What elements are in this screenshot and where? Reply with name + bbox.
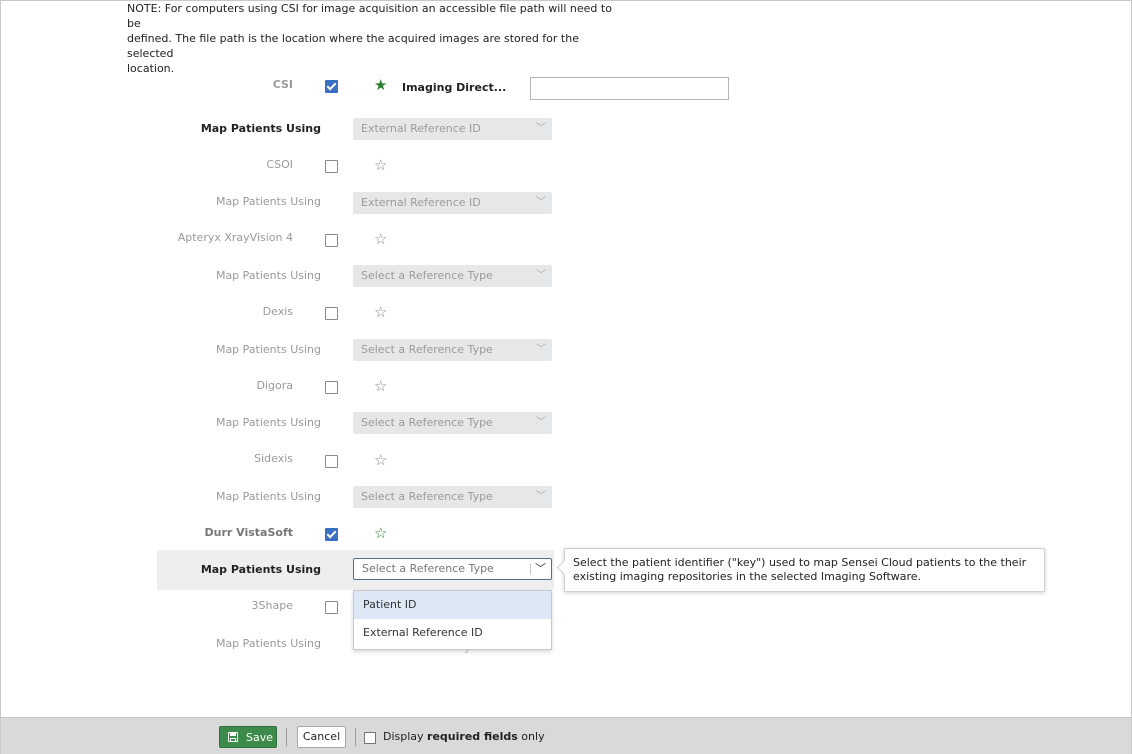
display-bold: required fields: [427, 730, 518, 743]
sidexis-checkbox[interactable]: [325, 455, 338, 468]
select-value: Select a Reference Type: [362, 562, 494, 575]
map-patients-label: Map Patients Using: [200, 122, 321, 135]
star-filled-icon[interactable]: ★: [374, 78, 387, 93]
map-patients-select-csi[interactable]: External Reference ID ﹀: [353, 118, 552, 140]
tooltip-line: Select the patient identifier ("key") us…: [573, 556, 1027, 569]
map-patients-select-dexis[interactable]: Select a Reference Type ﹀: [353, 339, 552, 361]
settings-panel: NOTE: For computers using CSI for image …: [0, 0, 1132, 754]
note-line: NOTE: For computers using CSI for image …: [127, 2, 612, 30]
save-button[interactable]: Save: [219, 726, 277, 748]
divider: [286, 728, 287, 746]
software-label-csoi: CSOI: [266, 158, 293, 171]
select-value: Select a Reference Type: [361, 343, 493, 356]
map-patients-select-sidexis[interactable]: Select a Reference Type ﹀: [353, 486, 552, 508]
select-value: External Reference ID: [361, 122, 481, 135]
software-label-apteryx: Apteryx XrayVision 4: [177, 231, 293, 244]
save-label: Save: [246, 731, 274, 744]
map-patients-select-digora[interactable]: Select a Reference Type ﹀: [353, 412, 552, 434]
map-patients-label: Map Patients Using: [215, 637, 321, 650]
note-line: location.: [127, 62, 175, 75]
map-patients-select-apteryx[interactable]: Select a Reference Type ﹀: [353, 265, 552, 287]
map-patients-select-durr-vistasoft[interactable]: Select a Reference Type ﹀: [353, 558, 552, 580]
required-fields-only-checkbox[interactable]: [364, 732, 376, 744]
chevron-down-icon: ﹀: [536, 491, 546, 502]
software-label-csi: CSI: [272, 78, 293, 91]
star-outline-icon[interactable]: ☆: [374, 526, 387, 541]
chevron-down-icon: ﹀: [536, 123, 546, 134]
required-fields-only-label: Display required fields only: [383, 730, 545, 743]
csi-note: NOTE: For computers using CSI for image …: [127, 1, 612, 76]
note-line: defined. The file path is the location w…: [127, 32, 579, 60]
star-outline-icon[interactable]: ☆: [374, 232, 387, 247]
select-value: Select a Reference Type: [361, 490, 493, 503]
map-patients-label: Map Patients Using: [215, 416, 321, 429]
software-label-dexis: Dexis: [262, 305, 293, 318]
select-value: Select a Reference Type: [361, 416, 493, 429]
help-tooltip: Select the patient identifier ("key") us…: [564, 548, 1045, 592]
cancel-button[interactable]: Cancel: [297, 726, 346, 748]
reference-type-dropdown: Patient ID External Reference ID: [353, 590, 552, 650]
dexis-checkbox[interactable]: [325, 307, 338, 320]
chevron-down-icon: ﹀: [536, 270, 546, 281]
imaging-directory-input[interactable]: [530, 77, 729, 100]
map-patients-label: Map Patients Using: [200, 563, 321, 576]
dropdown-option-patient-id[interactable]: Patient ID: [354, 591, 551, 619]
star-outline-icon[interactable]: ☆: [374, 379, 387, 394]
csi-checkbox[interactable]: [325, 80, 338, 93]
digora-checkbox[interactable]: [325, 381, 338, 394]
map-patients-label: Map Patients Using: [215, 269, 321, 282]
software-label-3shape: 3Shape: [251, 599, 293, 612]
map-patients-label: Map Patients Using: [215, 490, 321, 503]
software-label-sidexis: Sidexis: [254, 452, 293, 465]
star-outline-icon[interactable]: ☆: [374, 305, 387, 320]
map-patients-label: Map Patients Using: [215, 343, 321, 356]
star-outline-icon[interactable]: ☆: [374, 158, 387, 173]
footer-toolbar: Save Cancel Display required fields only: [1, 717, 1131, 754]
durr-vistasoft-checkbox[interactable]: [325, 528, 338, 541]
dropdown-option-external-reference-id[interactable]: External Reference ID: [354, 619, 551, 647]
map-patients-label: Map Patients Using: [215, 195, 321, 208]
software-label-durr-vistasoft: Durr VistaSoft: [204, 526, 293, 539]
divider: [355, 728, 356, 746]
chevron-down-icon: ﹀: [536, 197, 546, 208]
3shape-checkbox[interactable]: [325, 601, 338, 614]
tooltip-line: existing imaging repositories in the sel…: [573, 570, 922, 583]
select-separator: [530, 564, 531, 575]
display-suffix: only: [517, 730, 545, 743]
chevron-down-icon: ﹀: [536, 344, 546, 355]
floppy-disk-icon: [228, 732, 238, 742]
display-prefix: Display: [383, 730, 428, 743]
star-outline-icon[interactable]: ☆: [374, 453, 387, 468]
map-patients-select-csoi[interactable]: External Reference ID ﹀: [353, 192, 552, 214]
select-value: Select a Reference Type: [361, 269, 493, 282]
chevron-down-icon: ﹀: [536, 417, 546, 428]
select-value: External Reference ID: [361, 196, 481, 209]
software-label-digora: Digora: [256, 379, 293, 392]
chevron-down-icon[interactable]: ﹀: [535, 559, 546, 579]
apteryx-checkbox[interactable]: [325, 234, 338, 247]
csoi-checkbox[interactable]: [325, 160, 338, 173]
imaging-directory-label: Imaging Direct...: [402, 81, 507, 94]
